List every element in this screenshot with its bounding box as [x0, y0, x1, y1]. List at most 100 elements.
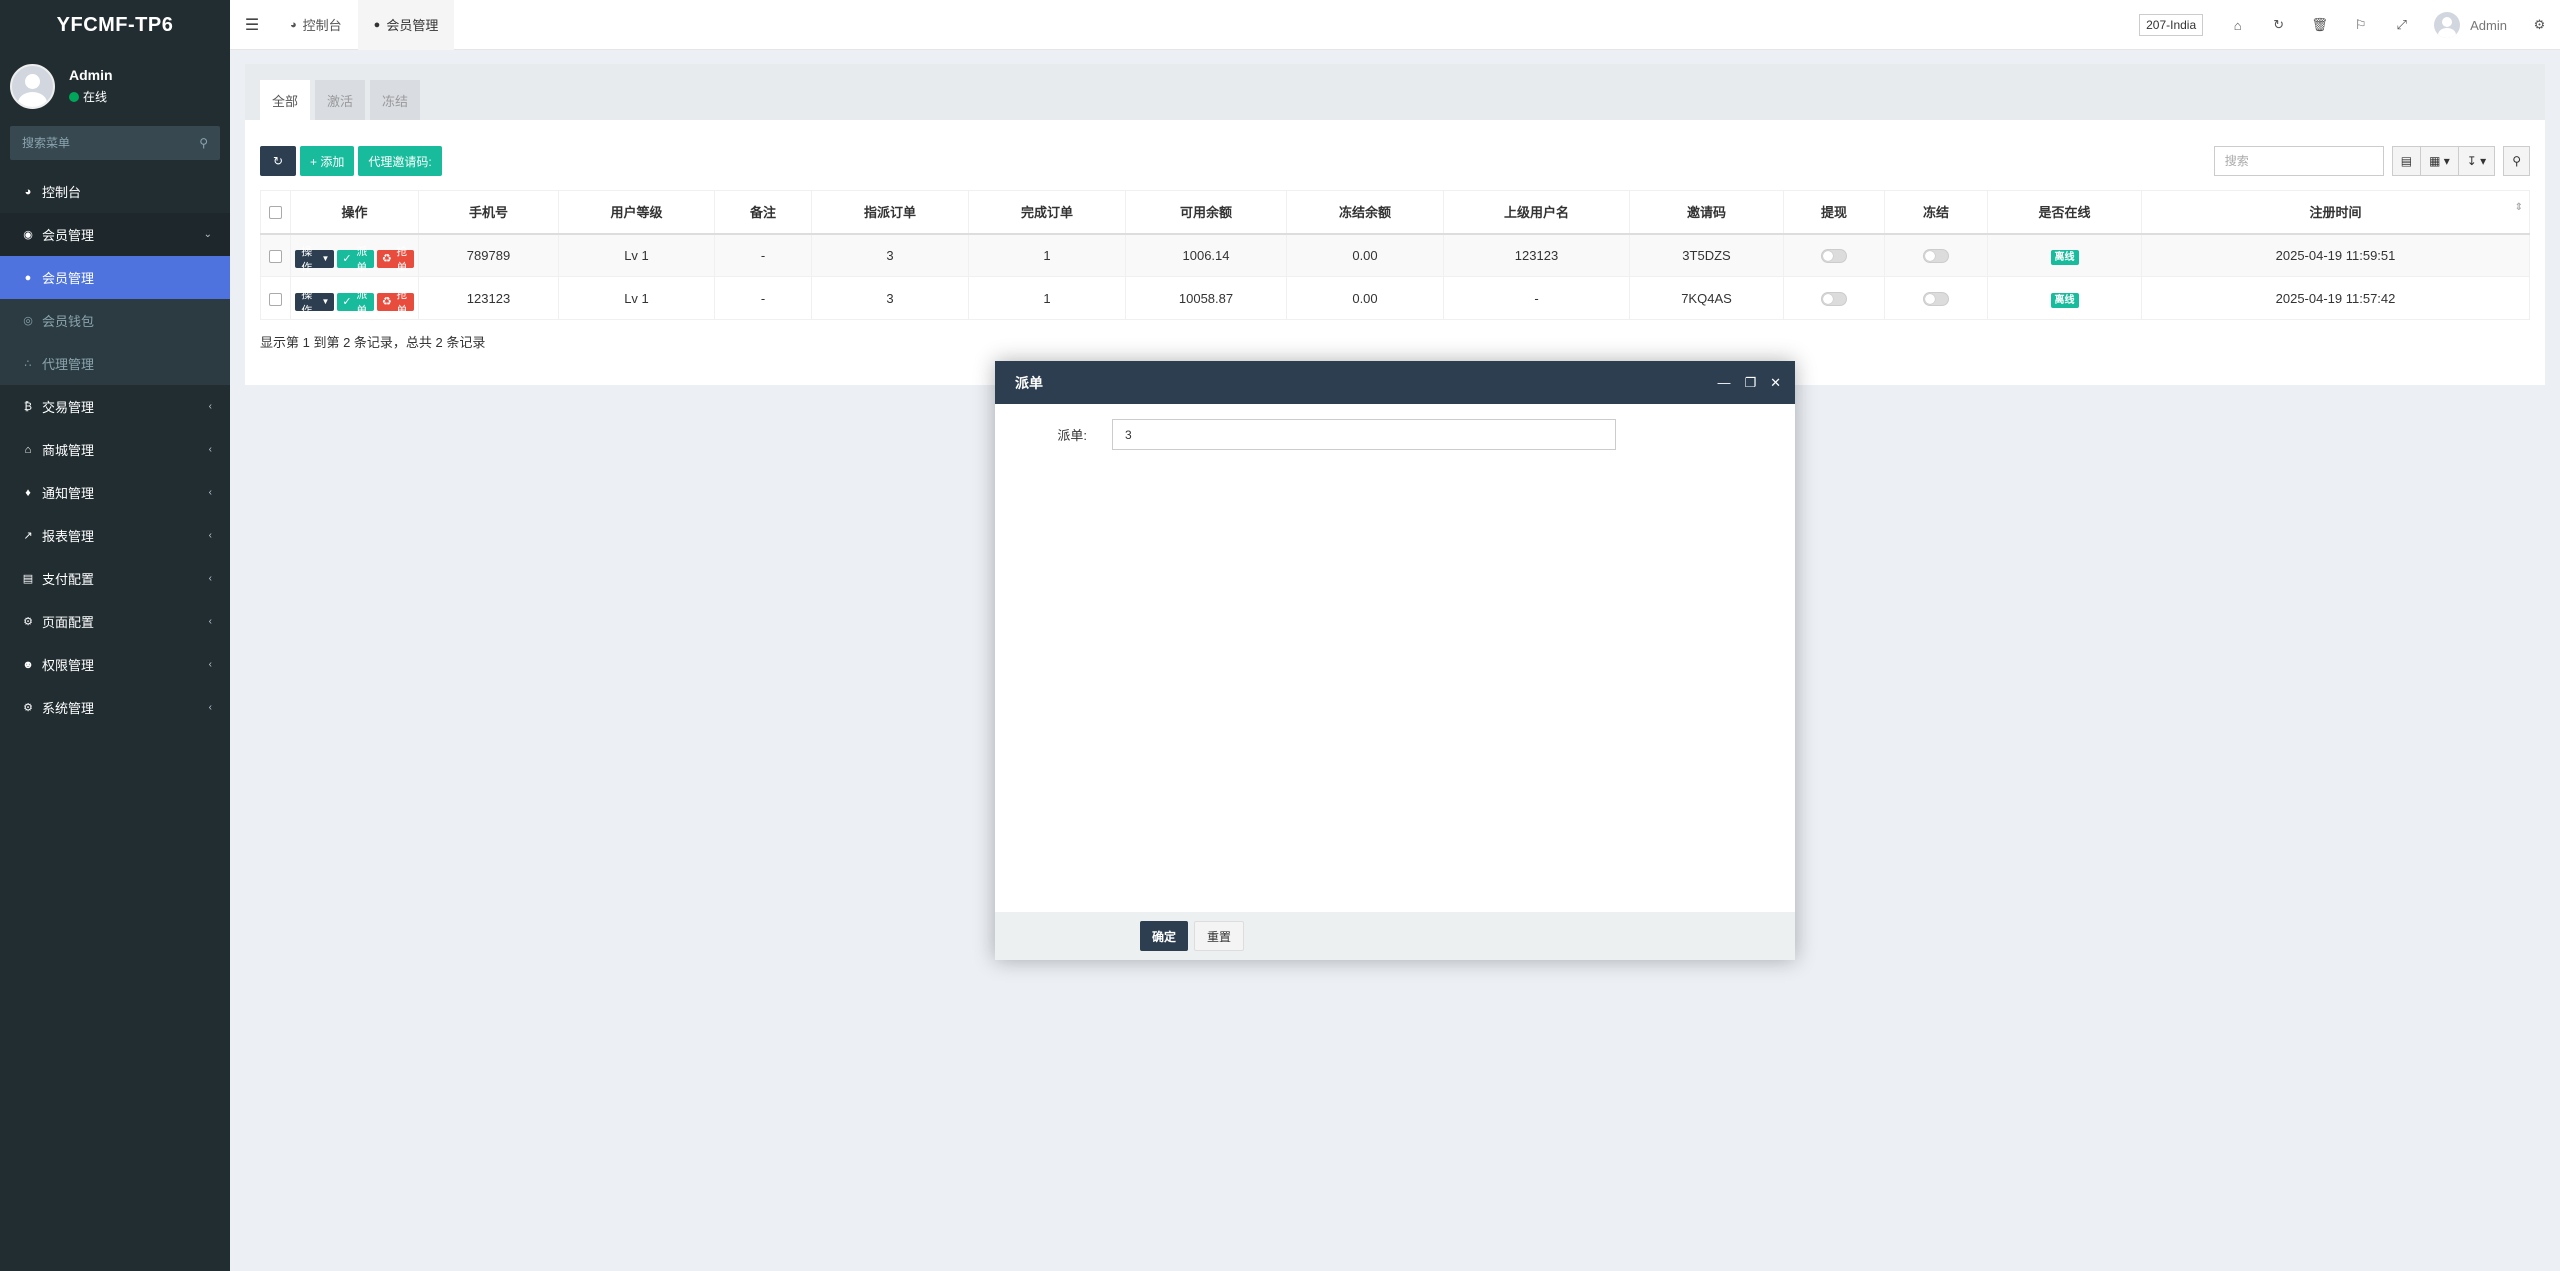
col-done[interactable]: 完成订单 [968, 190, 1126, 235]
cell-assigned: 3 [811, 276, 969, 320]
dispatch-field-label: 派单: [1057, 428, 1087, 443]
sidebar-item-payment[interactable]: ▤ 支付配置 ‹ [0, 557, 230, 600]
withdraw-toggle[interactable] [1821, 249, 1847, 264]
fullscreen-icon[interactable]: ⤢ [2381, 0, 2422, 50]
pagination-info: 显示第 1 到第 2 条记录，总共 2 条记录 [260, 335, 486, 350]
col-online[interactable]: 是否在线 [1987, 190, 2142, 235]
table-view-icon[interactable]: ▤ [2391, 146, 2422, 176]
cell-online: 离线 [1987, 233, 2142, 277]
table-search-input[interactable] [2213, 146, 2384, 176]
cell-freeze [1884, 276, 1988, 320]
col-freeze[interactable]: 冻结 [1884, 190, 1988, 235]
sidebar-item-report[interactable]: ↗ 报表管理 ‹ [0, 514, 230, 557]
dispatch-label: 派单 [356, 288, 368, 317]
maximize-icon[interactable]: ❐ [1744, 375, 1756, 391]
cell-remark: - [714, 233, 812, 277]
tab-all[interactable]: 全部 [260, 80, 311, 120]
refresh-button[interactable]: ↻ [260, 146, 296, 176]
sidebar-item-label: 通知管理 [42, 486, 95, 501]
dispatch-modal: 派单 — ❐ ✕ 派单: 确定 重置 [995, 361, 1795, 960]
sidebar-item-system[interactable]: ⚙ 系统管理 ‹ [0, 686, 230, 729]
freeze-toggle[interactable] [1923, 249, 1949, 264]
ops-dropdown-button[interactable]: 操作 ▼ [295, 289, 335, 317]
dispatch-field[interactable] [1112, 419, 1616, 450]
columns-dropdown-icon[interactable]: ▦ ▾ [2421, 146, 2459, 176]
dispatch-button[interactable]: ✓ 派单 [337, 246, 374, 274]
sidebar-search-input[interactable] [22, 136, 200, 150]
sidebar-item-label: 报表管理 [42, 529, 95, 544]
add-button[interactable]: + 添加 [300, 146, 355, 176]
col-remark[interactable]: 备注 [714, 190, 812, 235]
col-register-time-label: 注册时间 [2309, 205, 2362, 221]
sidebar-subitem-member-wallet[interactable]: ◎ 会员钱包 [0, 299, 230, 342]
close-icon[interactable]: ✕ [1770, 375, 1781, 391]
select-all-checkbox[interactable] [269, 206, 282, 220]
sidebar-item-notify[interactable]: ♦ 通知管理 ‹ [0, 471, 230, 514]
tab-active[interactable]: 激活 [315, 80, 366, 120]
col-register-time[interactable]: 注册时间 ⇕ [2141, 190, 2530, 235]
withdraw-toggle[interactable] [1821, 291, 1847, 306]
cell-balance: 1006.14 [1125, 233, 1287, 277]
grab-button[interactable]: ♻ 抢单 [376, 246, 414, 274]
home-icon: ⌂ [24, 443, 32, 456]
sidebar-item-dashboard[interactable]: ◕ 控制台 [0, 170, 230, 213]
col-balance[interactable]: 可用余额 [1125, 190, 1287, 235]
status-badge: 离线 [2050, 249, 2079, 265]
col-phone[interactable]: 手机号 [418, 190, 559, 235]
menu-toggle-icon[interactable]: ☰ [230, 0, 274, 50]
home-icon[interactable]: ⌂ [2217, 0, 2258, 50]
table-toolbar-right: ▤ ▦ ▾ ↧ ▾ ⚲ [2213, 146, 2530, 176]
cell-remark: - [714, 276, 812, 320]
row-checkbox[interactable] [269, 292, 282, 306]
minimize-icon[interactable]: — [1717, 375, 1730, 390]
version-badge[interactable]: 207-India [2139, 14, 2204, 36]
freeze-toggle[interactable] [1923, 291, 1949, 306]
sidebar-item-shop[interactable]: ⌂ 商城管理 ‹ [0, 428, 230, 471]
tab-member-manage[interactable]: ● 会员管理 [357, 0, 455, 50]
tab-frozen[interactable]: 冻结 [370, 80, 421, 120]
sidebar-subitem-label: 代理管理 [42, 357, 95, 372]
modal-header: 派单 — ❐ ✕ [995, 361, 1795, 404]
sidebar-subitem-member-manage[interactable]: ● 会员管理 [0, 256, 230, 299]
cell-invite: 7KQ4AS [1629, 276, 1784, 320]
col-actions[interactable]: 操作 [290, 190, 419, 235]
sidebar: YFCMF-TP6 Admin 在线 ⚲ ◕ 控制台 ◉ 会员管理 ⌄ ● 会员… [0, 0, 230, 1271]
modal-title: 派单 [1015, 374, 1043, 391]
search-icon[interactable]: ⚲ [2503, 146, 2530, 176]
sidebar-item-members[interactable]: ◉ 会员管理 ⌄ [0, 213, 230, 256]
cell-parent: 123123 [1443, 233, 1630, 277]
dispatch-button[interactable]: ✓ 派单 [337, 289, 374, 317]
sidebar-item-trade[interactable]: ₿ 交易管理 ‹ [0, 385, 230, 428]
cogs-icon[interactable]: ⚙ [2519, 0, 2560, 50]
reset-button[interactable]: 重置 [1194, 921, 1245, 951]
tab-dashboard[interactable]: ◕ 控制台 [274, 0, 358, 50]
language-icon[interactable]: ⚐ [2340, 0, 2381, 50]
header-user-name: Admin [2470, 17, 2507, 33]
app-logo[interactable]: YFCMF-TP6 [0, 0, 230, 50]
export-dropdown-icon[interactable]: ↧ ▾ [2458, 146, 2496, 176]
ops-dropdown-button[interactable]: 操作 ▼ [295, 246, 335, 274]
sidebar-item-page[interactable]: ⚙ 页面配置 ‹ [0, 600, 230, 643]
confirm-button[interactable]: 确定 [1140, 921, 1189, 951]
sidebar-item-label: 权限管理 [42, 658, 95, 673]
header-user[interactable]: Admin [2422, 12, 2519, 38]
row-checkbox[interactable] [269, 249, 282, 263]
view-toggle-group: ▤ ▦ ▾ ↧ ▾ [2391, 146, 2496, 176]
sidebar-item-label: 控制台 [42, 185, 82, 200]
cell-withdraw [1783, 276, 1885, 320]
invite-code-button[interactable]: 代理邀请码: [358, 146, 442, 176]
col-frozen-balance[interactable]: 冻结余额 [1286, 190, 1444, 235]
col-invite-code[interactable]: 邀请码 [1629, 190, 1784, 235]
col-withdraw[interactable]: 提现 [1783, 190, 1885, 235]
trash-icon[interactable]: 🗑 [2299, 0, 2340, 50]
search-icon[interactable]: ⚲ [199, 136, 208, 150]
col-parent[interactable]: 上级用户名 [1443, 190, 1630, 235]
col-assigned[interactable]: 指派订单 [811, 190, 969, 235]
grab-button[interactable]: ♻ 抢单 [376, 289, 414, 317]
sort-icon[interactable]: ⇕ [2515, 202, 2523, 213]
refresh-icon[interactable]: ↻ [2258, 0, 2299, 50]
col-level[interactable]: 用户等级 [558, 190, 715, 235]
sidebar-item-permission[interactable]: ☻ 权限管理 ‹ [0, 643, 230, 686]
caret-down-icon: ▼ [321, 254, 330, 264]
sidebar-subitem-agent-manage[interactable]: ∴ 代理管理 [0, 342, 230, 385]
